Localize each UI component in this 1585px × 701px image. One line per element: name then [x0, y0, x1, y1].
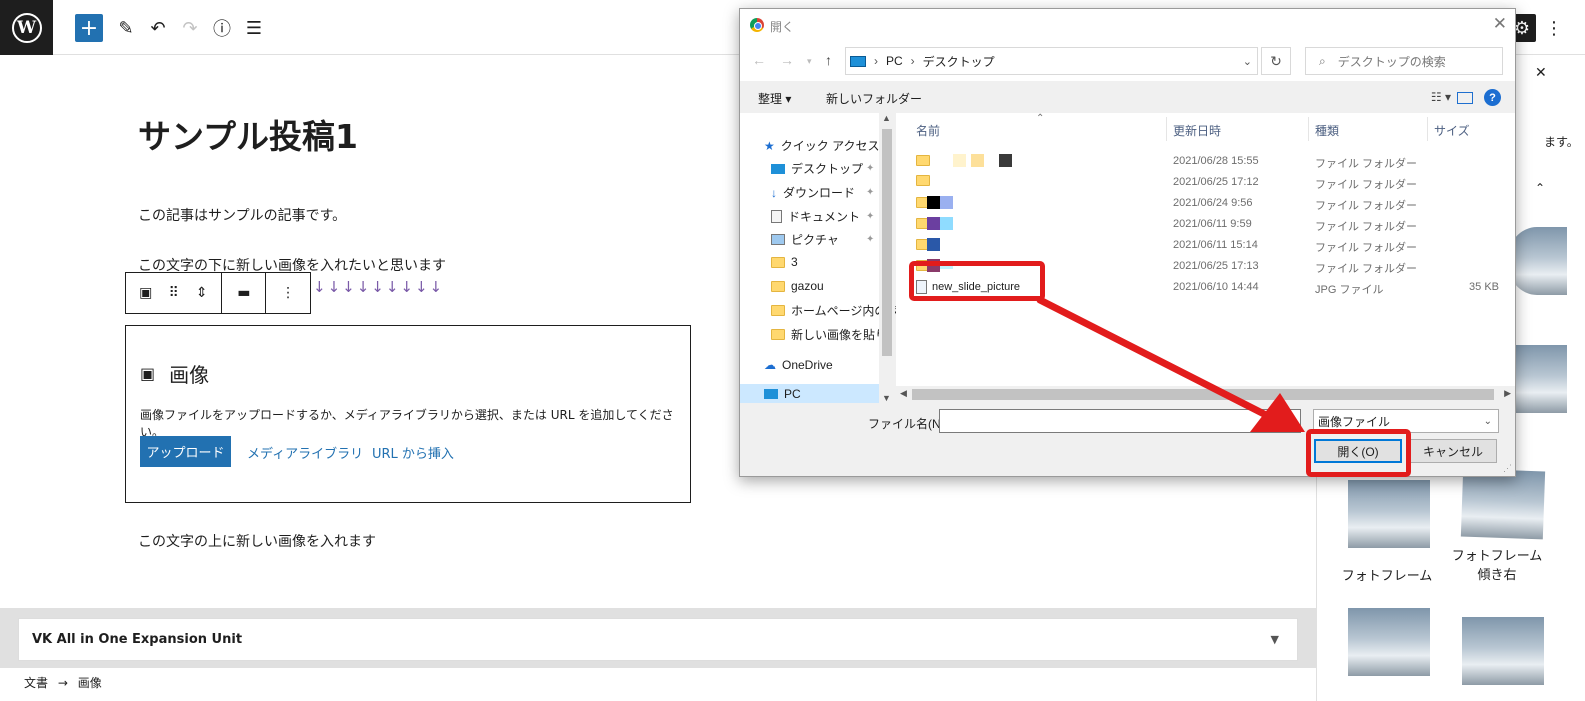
annotation-arrow — [1036, 296, 1305, 432]
